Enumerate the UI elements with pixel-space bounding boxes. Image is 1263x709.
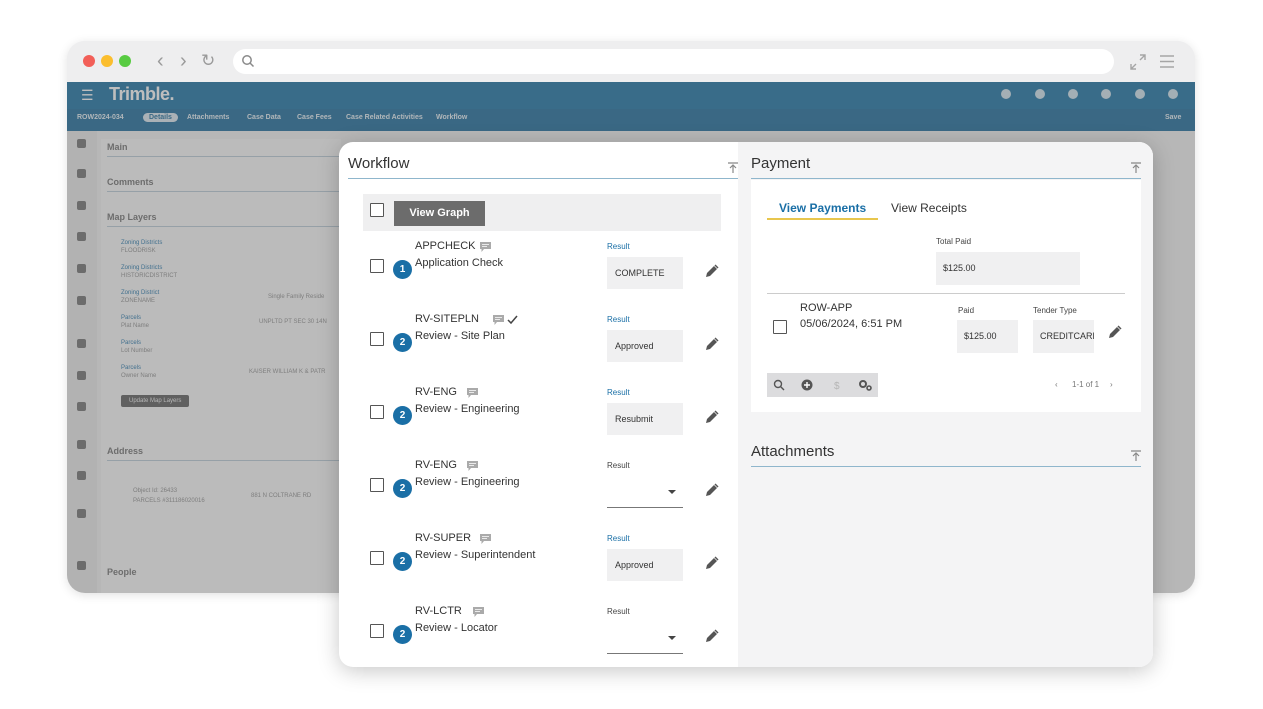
- step-order-badge: 1: [393, 260, 412, 279]
- step-order-badge: 2: [393, 552, 412, 571]
- collapse-icon[interactable]: [1131, 162, 1141, 173]
- result-label: Result: [607, 534, 630, 543]
- payment-row-checkbox[interactable]: [773, 320, 787, 334]
- step-code: RV-ENG: [415, 459, 457, 471]
- result-select[interactable]: [607, 476, 683, 508]
- chevron-down-icon: [668, 636, 676, 640]
- maximize-window-button[interactable]: [119, 55, 131, 67]
- address-bar[interactable]: [233, 49, 1114, 74]
- result-label: Result: [607, 388, 630, 397]
- step-checkbox[interactable]: [370, 478, 384, 492]
- total-paid-label: Total Paid: [936, 237, 972, 246]
- step-checkbox[interactable]: [370, 405, 384, 419]
- payment-date: 05/06/2024, 6:51 PM: [800, 318, 903, 330]
- result-label: Result: [607, 461, 630, 470]
- svg-text:$: $: [834, 381, 840, 391]
- chevron-left-icon[interactable]: ‹: [1055, 380, 1058, 389]
- step-order-badge: 2: [393, 479, 412, 498]
- active-tab-indicator: [767, 218, 878, 220]
- step-name: Review - Locator: [415, 622, 498, 634]
- step-name: Review - Superintendent: [415, 549, 536, 561]
- collapse-icon[interactable]: [728, 162, 738, 173]
- payment-code: ROW-APP: [800, 302, 853, 314]
- edit-step-pencil-icon[interactable]: [705, 410, 719, 424]
- view-graph-button[interactable]: View Graph: [394, 201, 485, 226]
- browser-chrome: ‹ › ↻: [67, 41, 1195, 82]
- step-checkbox[interactable]: [370, 624, 384, 638]
- chevron-right-icon[interactable]: ›: [1110, 380, 1113, 389]
- edit-step-pencil-icon[interactable]: [705, 483, 719, 497]
- result-value: Resubmit: [607, 403, 683, 435]
- edit-step-pencil-icon[interactable]: [705, 629, 719, 643]
- workflow-title: Workflow: [348, 155, 410, 172]
- step-code: RV-ENG: [415, 386, 457, 398]
- chevron-left-icon[interactable]: ‹: [157, 50, 164, 72]
- step-order-badge: 2: [393, 625, 412, 644]
- chevron-right-icon[interactable]: ›: [180, 50, 187, 72]
- step-name: Review - Engineering: [415, 476, 520, 488]
- step-code: RV-SITEPLN: [415, 313, 479, 325]
- paid-label: Paid: [958, 306, 975, 315]
- step-name: Review - Site Plan: [415, 330, 505, 342]
- tender-type-value: CREDITCARD: [1033, 320, 1094, 353]
- comment-icon[interactable]: [473, 607, 484, 617]
- result-value: Approved: [607, 330, 683, 362]
- payment-title: Payment: [751, 155, 811, 172]
- payment-row-divider: [767, 293, 1125, 294]
- result-label: Result: [607, 242, 630, 251]
- search-icon: [242, 55, 255, 68]
- attachments-divider: [751, 466, 1141, 467]
- step-order-badge: 2: [393, 406, 412, 425]
- case-summary-modal: Workflow View Graph APPCHECK Application …: [339, 142, 1153, 667]
- tab-view-payments[interactable]: View Payments: [779, 201, 866, 215]
- result-label: Result: [607, 315, 630, 324]
- result-value: COMPLETE: [607, 257, 683, 289]
- add-icon[interactable]: [801, 379, 813, 391]
- expand-icon[interactable]: [1129, 53, 1147, 71]
- hamburger-icon[interactable]: [1159, 54, 1175, 69]
- step-name: Application Check: [415, 257, 504, 269]
- workflow-divider: [348, 178, 738, 179]
- collapse-icon[interactable]: [1131, 450, 1141, 461]
- tab-view-receipts[interactable]: View Receipts: [891, 201, 967, 215]
- edit-step-pencil-icon[interactable]: [705, 264, 719, 278]
- step-code: APPCHECK: [415, 240, 476, 252]
- result-label: Result: [607, 607, 630, 616]
- search-icon[interactable]: [773, 379, 785, 391]
- payment-divider: [751, 178, 1141, 179]
- result-select[interactable]: [607, 622, 683, 654]
- step-order-badge: 2: [393, 333, 412, 352]
- check-icon: [507, 315, 518, 325]
- edit-step-pencil-icon[interactable]: [705, 556, 719, 570]
- comment-icon[interactable]: [480, 242, 491, 252]
- payment-grid-toolbar: $: [767, 373, 878, 397]
- comment-icon[interactable]: [467, 388, 478, 398]
- step-code: RV-LCTR: [415, 605, 462, 617]
- dollar-icon[interactable]: $: [831, 379, 843, 391]
- close-window-button[interactable]: [83, 55, 95, 67]
- step-code: RV-SUPER: [415, 532, 472, 544]
- select-all-checkbox[interactable]: [370, 203, 384, 217]
- chevron-down-icon: [668, 490, 676, 494]
- comment-icon[interactable]: [467, 461, 478, 471]
- comment-icon[interactable]: [493, 315, 504, 325]
- settings-icon[interactable]: [858, 379, 873, 391]
- paid-value: $125.00: [957, 320, 1018, 353]
- tender-type-label: Tender Type: [1033, 306, 1077, 315]
- reload-icon[interactable]: ↻: [201, 50, 215, 72]
- step-name: Review - Engineering: [415, 403, 520, 415]
- minimize-window-button[interactable]: [101, 55, 113, 67]
- total-paid-value: $125.00: [936, 252, 1080, 285]
- step-checkbox[interactable]: [370, 259, 384, 273]
- attachments-title: Attachments: [751, 443, 835, 460]
- pagination-status: 1-1 of 1: [1072, 380, 1100, 389]
- edit-payment-pencil-icon[interactable]: [1108, 325, 1122, 339]
- comment-icon[interactable]: [480, 534, 491, 544]
- step-checkbox[interactable]: [370, 551, 384, 565]
- result-value: Approved: [607, 549, 683, 581]
- edit-step-pencil-icon[interactable]: [705, 337, 719, 351]
- step-checkbox[interactable]: [370, 332, 384, 346]
